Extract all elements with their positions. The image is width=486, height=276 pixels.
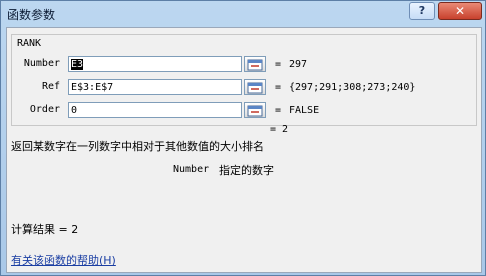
function-arguments-dialog: 函数参数 ? ✕ RANK Number E3 = 297 Ref E$3:E$… bbox=[0, 0, 486, 276]
order-collapse-button[interactable] bbox=[244, 102, 266, 118]
arg-help-name: Number bbox=[173, 164, 210, 175]
ref-collapse-button[interactable] bbox=[244, 79, 266, 95]
collapse-dialog-icon bbox=[247, 105, 263, 117]
order-label: Order bbox=[29, 104, 60, 115]
ref-input[interactable]: E$3:E$7 bbox=[68, 79, 242, 95]
calc-result: 计算结果 = 2 bbox=[11, 223, 79, 236]
title-bar[interactable]: 函数参数 ? ✕ bbox=[1, 1, 485, 26]
order-input[interactable]: 0 bbox=[68, 102, 242, 118]
number-collapse-button[interactable] bbox=[244, 56, 266, 72]
function-result: = 2 bbox=[270, 124, 289, 135]
help-button[interactable]: ? bbox=[409, 2, 435, 20]
ref-result: {297;291;308;273;240} bbox=[289, 82, 416, 93]
ref-equals: = bbox=[275, 82, 282, 93]
number-result: 297 bbox=[289, 59, 308, 70]
function-description: 返回某数字在一列数字中相对于其他数值的大小排名 bbox=[11, 140, 264, 153]
number-label: Number bbox=[23, 58, 60, 69]
function-name: RANK bbox=[17, 38, 42, 49]
number-equals: = bbox=[275, 59, 282, 70]
number-input[interactable]: E3 bbox=[68, 56, 242, 72]
number-value: E3 bbox=[71, 59, 84, 70]
close-button[interactable]: ✕ bbox=[438, 2, 482, 20]
dialog-body: RANK Number E3 = 297 Ref E$3:E$7 = {297;… bbox=[6, 27, 482, 273]
collapse-dialog-icon bbox=[247, 82, 263, 94]
order-result: FALSE bbox=[289, 105, 320, 116]
ref-label: Ref bbox=[41, 81, 60, 92]
dialog-title: 函数参数 bbox=[7, 8, 56, 22]
arg-help-text: 指定的数字 bbox=[219, 164, 274, 177]
order-equals: = bbox=[275, 105, 282, 116]
function-help-link[interactable]: 有关该函数的帮助(H) bbox=[11, 252, 116, 268]
arguments-group: RANK Number E3 = 297 Ref E$3:E$7 = {297;… bbox=[11, 34, 477, 126]
collapse-dialog-icon bbox=[247, 59, 263, 71]
